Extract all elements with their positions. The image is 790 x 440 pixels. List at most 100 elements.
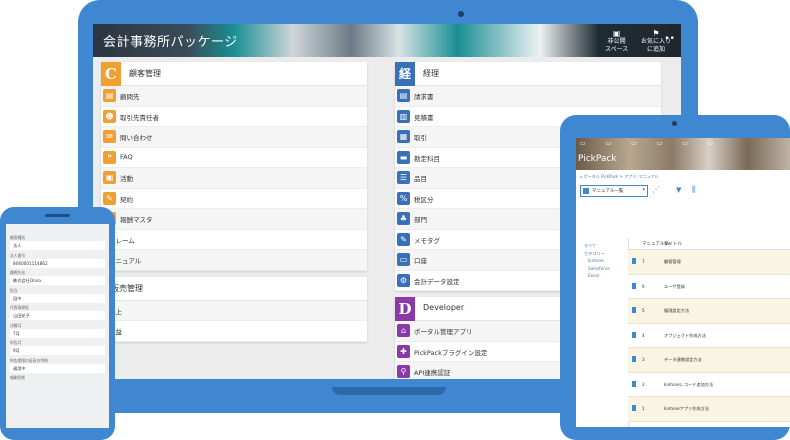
phone-field-client-name: 顧問先名 株式会社Onna [6, 269, 109, 287]
menu-item-activities[interactable]: ▣ 活動 [101, 168, 367, 189]
document-icon [632, 380, 636, 387]
bank-account-icon: ▭ [397, 253, 410, 266]
manual-table: マニュアルNo タイトル 7 顧客管理 6 ユーザ登録 5 権限設定方法 4 オブジェク… [628, 238, 790, 422]
building-icon: ▤ [103, 89, 116, 102]
customer-badge-icon: C [101, 62, 121, 86]
view-selector[interactable]: マニュアル一覧 ▾ [580, 185, 648, 197]
sidebar-item-category[interactable]: カテゴリー [576, 250, 626, 258]
sidebar-item-excel[interactable]: Excel [576, 272, 626, 280]
menu-item-contacts[interactable]: ☻ 取引先責任者 [101, 107, 367, 127]
field-value[interactable]: 山田花子 [10, 311, 105, 320]
menu-item-contracts[interactable]: ✎ 契約 [101, 189, 367, 209]
table-row[interactable]: 2 kintoneレコード追加方法 [628, 372, 790, 397]
document-icon [632, 258, 636, 264]
menu-item-claims[interactable]: クレーム [101, 229, 367, 250]
accounting-section-header: 経 経理 [395, 62, 661, 86]
activity-icon: ▣ [103, 171, 116, 184]
document-icon [632, 282, 636, 289]
memo-tag-icon: ✎ [397, 232, 410, 246]
phone-speaker [45, 214, 70, 217]
tablet-logo: PickPack [578, 154, 617, 164]
tablet-frame: ▭ ▭ ▭ ▭ ▭ ▭ PickPack ⌂ ポータル PickPack > ア… [560, 115, 790, 440]
phone-frame: 顧客種別 法人 法人番号 8060001114862 顧問先名 株式会社Onna 担当… [0, 207, 115, 440]
table-row[interactable]: 6 ユーザ登録 [628, 274, 790, 299]
api-auth-icon: ⚲ [397, 365, 410, 378]
filter-icon[interactable]: ▼ [676, 186, 681, 194]
faq-icon: ❝ [103, 150, 116, 164]
field-value[interactable]: 7月 [10, 328, 105, 338]
menu-item-fee-master[interactable]: ¥報酬マスタ [101, 209, 367, 230]
tax-category-icon: % [397, 191, 410, 205]
field-value[interactable]: 株式会社Onna [10, 276, 105, 285]
customer-section-title: 顧客管理 [129, 69, 161, 78]
sidebar-item-kintone[interactable]: kintone [576, 257, 626, 265]
contract-icon: ✎ [103, 191, 116, 205]
sidebar-item-all[interactable]: すべて [576, 242, 626, 250]
table-row[interactable]: 3 データ連携設定方法 [628, 348, 790, 373]
phone-screen: 顧客種別 法人 法人番号 8060001114862 顧問先名 株式会社Onna 担当… [6, 224, 109, 428]
sales-section: 販売管理 売上 損益 [101, 276, 367, 342]
transaction-icon: ▦ [397, 130, 410, 143]
graph-icon[interactable]: ⋰ [652, 185, 660, 194]
field-value[interactable]: 適用中 [10, 363, 105, 373]
menu-item-invoices[interactable]: ▤ 請求書 [395, 86, 661, 107]
accounting-section-title: 経理 [423, 69, 439, 78]
document-icon [632, 307, 636, 313]
accounting-settings-icon: ⚙ [397, 273, 410, 287]
shared-space-icon: ▣ [612, 29, 621, 38]
menu-item-profit-loss[interactable]: 損益 [101, 321, 367, 342]
laptop-camera [458, 11, 464, 17]
account-title-icon: ▬ [397, 150, 410, 164]
document-icon [632, 405, 636, 411]
document-icon [632, 331, 636, 338]
plugin-settings-icon: ✚ [397, 344, 410, 358]
developer-section-title: Developer [423, 303, 465, 312]
left-column: C 顧客管理 ▤ 顧問先 ☻ 取引先責任者 ✉ 問い合わせ ❝ FAQ ▣ 活動 ✎ 契約 … [101, 62, 367, 348]
phone-field-fiscal-month: 決算月 7月 [6, 322, 109, 340]
phone-field-extension: 申告期限の延長の特例 適用中 [6, 357, 109, 375]
sales-section-header: 販売管理 [101, 276, 367, 301]
app-title: 会計事務所パッケージ [103, 35, 238, 50]
table-body: 7 顧客管理 6 ユーザ登録 5 権限設定方法 4 オブジェクト作成方法 3 データ連携設… [628, 250, 790, 422]
customer-section: C 顧客管理 ▤ 顧問先 ☻ 取引先責任者 ✉ 問い合わせ ❝ FAQ ▣ 活動 ✎ 契約 … [101, 62, 367, 271]
table-row[interactable]: 5 権限設定方法 [628, 299, 790, 324]
phone-field-owner: 担当 田中 [6, 287, 109, 305]
field-value[interactable]: 法人 [10, 241, 105, 250]
sidebar-item-salesforce[interactable]: Salesforce [576, 265, 626, 273]
tablet-screen: ▭ ▭ ▭ ▭ ▭ ▭ PickPack ⌂ ポータル PickPack > ア… [576, 138, 790, 427]
department-icon: ♣ [397, 212, 410, 225]
inquiry-icon: ✉ [103, 130, 116, 143]
tablet-toolbar-icons[interactable]: ▭ ▭ ▭ ▭ ▭ ▭ [580, 140, 723, 147]
tablet-camera [672, 121, 677, 126]
phone-field-representative: 代表取締役 山田花子 [6, 304, 109, 322]
column-header-title[interactable]: タイトル [664, 241, 682, 247]
menu-item-faq[interactable]: ❝ FAQ [101, 148, 367, 168]
chevron-down-icon: ▾ [642, 187, 645, 193]
item-icon: ☰ [397, 171, 410, 184]
tablet-header: ▭ ▭ ▭ ▭ ▭ ▭ PickPack [576, 138, 790, 170]
menu-item-inquiries[interactable]: ✉ 問い合わせ [101, 127, 367, 148]
more-icon[interactable]: •• [664, 34, 675, 44]
phone-field-fee-type: 報酬形態 [10, 375, 26, 380]
people-icon: ☻ [103, 109, 116, 123]
menu-item-advisory-clients[interactable]: ▤ 顧問先 [101, 86, 367, 107]
table-row[interactable]: 1 kintoneアプリ作成方法 [628, 397, 790, 422]
laptop-notch [332, 387, 446, 395]
app-header: 会計事務所パッケージ ▣ 非公開 スペース ⚑ お気に入り に追加 •• [93, 24, 681, 57]
field-value[interactable]: 田中 [10, 293, 105, 303]
sales-section-title: 販売管理 [111, 283, 143, 293]
list-view-icon [583, 188, 589, 194]
table-row[interactable]: 4 オブジェクト作成方法 [628, 323, 790, 348]
developer-badge-icon: D [395, 297, 415, 321]
field-value[interactable]: 8060001114862 [10, 258, 105, 268]
chart-icon[interactable]: ⫼ [692, 185, 696, 195]
breadcrumb[interactable]: ⌂ ポータル PickPack > アプリ: マニュアル [580, 174, 659, 180]
shared-space-button[interactable]: ▣ 非公開 スペース [605, 30, 628, 54]
table-row[interactable]: 7 顧客管理 [628, 250, 790, 275]
menu-item-sales[interactable]: 売上 [101, 300, 367, 321]
estimate-icon: ▥ [397, 109, 410, 123]
menu-item-manuals[interactable]: マニュアル [101, 250, 367, 271]
field-value[interactable]: 9月 [10, 346, 105, 355]
phone-field-customer-type: 顧客種別 法人 [6, 234, 109, 252]
customer-section-header: C 顧客管理 [101, 62, 367, 86]
